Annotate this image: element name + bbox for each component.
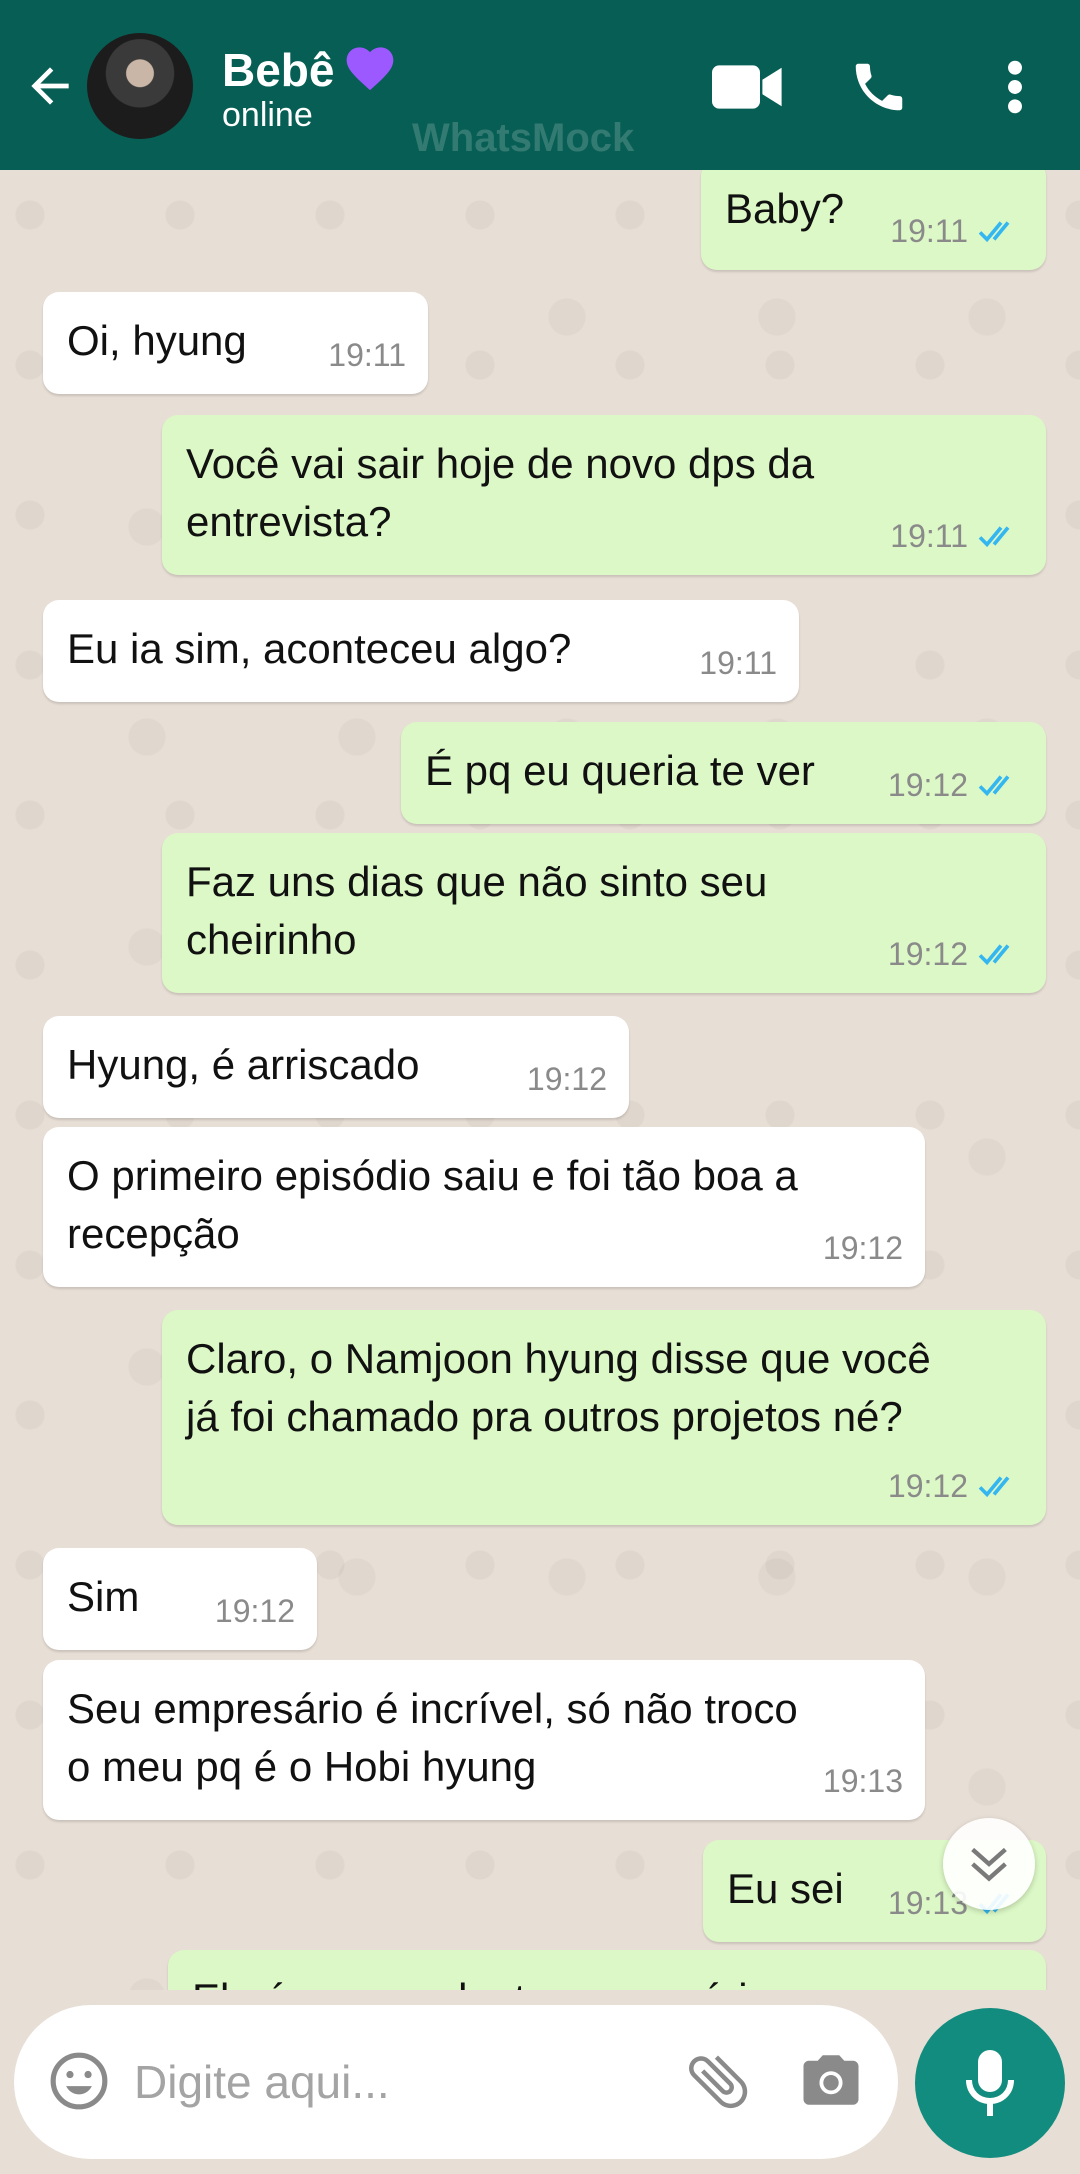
message-bubble[interactable]: Sim 19:12 <box>43 1548 317 1650</box>
message-time: 19:12 <box>887 936 968 972</box>
message-bubble[interactable]: Hyung, é arriscado 19:12 <box>43 1016 629 1118</box>
message-meta: 19:12 <box>823 1219 903 1277</box>
message-bubble[interactable]: Você vai sair hoje de novo dps da entrev… <box>162 415 1046 575</box>
message-input[interactable] <box>132 2043 676 2121</box>
message-meta: 19:12 <box>527 1050 607 1108</box>
camera-icon[interactable] <box>798 2049 864 2111</box>
message-text: Ele é um excelente empresário <box>192 1970 1022 1990</box>
contact-name[interactable]: Bebê <box>222 40 398 97</box>
message-text: Seu empresário é incrível, só não troco … <box>67 1685 798 1790</box>
more-vert-icon[interactable] <box>998 58 1032 116</box>
message-time: 19:12 <box>526 1061 607 1097</box>
phone-icon[interactable] <box>848 56 910 118</box>
message-text: O primeiro episódio saiu e foi tão boa a… <box>67 1152 798 1257</box>
message-time: 19:12 <box>214 1593 295 1629</box>
message-composer <box>14 2005 898 2159</box>
purple-heart-icon <box>347 47 394 91</box>
message-bubble[interactable]: O primeiro episódio saiu e foi tão boa a… <box>43 1127 925 1287</box>
message-time: 19:11 <box>890 213 968 249</box>
double-check-icon <box>978 221 1010 243</box>
mic-icon <box>966 2050 1014 2116</box>
message-meta: 19:11 <box>328 326 406 384</box>
double-check-icon <box>978 775 1010 797</box>
message-meta: 19:11 <box>890 202 1024 260</box>
message-meta: 19:12 <box>888 925 1024 983</box>
message-time: 19:11 <box>890 518 968 554</box>
message-meta: 19:11 <box>890 507 1024 565</box>
back-arrow-icon[interactable] <box>22 58 78 114</box>
message-bubble[interactable]: Oi, hyung 19:11 <box>43 292 428 394</box>
avatar[interactable] <box>87 33 193 139</box>
chat-header: Bebê online WhatsMock <box>0 0 1080 170</box>
message-meta: 19:11 <box>699 634 777 692</box>
message-bubble[interactable]: Eu ia sim, aconteceu algo? 19:11 <box>43 600 799 702</box>
double-check-icon <box>978 526 1010 548</box>
message-meta: 19:12 <box>215 1582 295 1640</box>
message-bubble[interactable]: Seu empresário é incrível, só não troco … <box>43 1660 925 1820</box>
chat-area[interactable]: Baby? 19:11 Oi, hyung 19:11 Você vai sai… <box>0 170 1080 1990</box>
message-bubble[interactable]: Faz uns dias que não sinto seu cheirinho… <box>162 833 1046 993</box>
message-bubble[interactable]: Ele é um excelente empresário <box>168 1950 1046 1990</box>
message-meta: 19:13 <box>823 1752 903 1810</box>
message-time: 19:12 <box>887 1468 968 1504</box>
contact-name-text: Bebê <box>222 44 335 96</box>
emoji-icon[interactable] <box>48 2050 110 2112</box>
contact-status: online <box>222 96 313 134</box>
message-time: 19:12 <box>887 767 968 803</box>
message-bubble[interactable]: Baby? 19:11 <box>701 170 1046 270</box>
message-text: Eu ia sim, aconteceu algo? <box>67 625 572 672</box>
watermark: WhatsMock <box>412 116 635 160</box>
message-time: 19:12 <box>822 1230 903 1266</box>
message-meta: 19:12 <box>888 1457 1024 1515</box>
double-check-icon <box>978 944 1010 966</box>
message-time: 19:13 <box>822 1763 903 1799</box>
message-time: 19:11 <box>699 645 777 681</box>
message-bubble[interactable]: Claro, o Namjoon hyung disse que você já… <box>162 1310 1046 1525</box>
message-text: Hyung, é arriscado <box>67 1041 420 1088</box>
double-check-icon <box>978 1476 1010 1498</box>
message-time: 19:11 <box>328 337 406 373</box>
mic-button[interactable] <box>915 2008 1065 2158</box>
video-call-icon[interactable] <box>712 62 784 112</box>
double-chevron-down-icon <box>971 1847 1007 1882</box>
message-text: Claro, o Namjoon hyung disse que você já… <box>186 1335 931 1440</box>
message-meta: 19:12 <box>888 756 1024 814</box>
scroll-to-bottom-button[interactable] <box>943 1818 1035 1910</box>
attach-icon[interactable] <box>682 2045 754 2117</box>
message-bubble[interactable]: É pq eu queria te ver 19:12 <box>401 722 1046 824</box>
